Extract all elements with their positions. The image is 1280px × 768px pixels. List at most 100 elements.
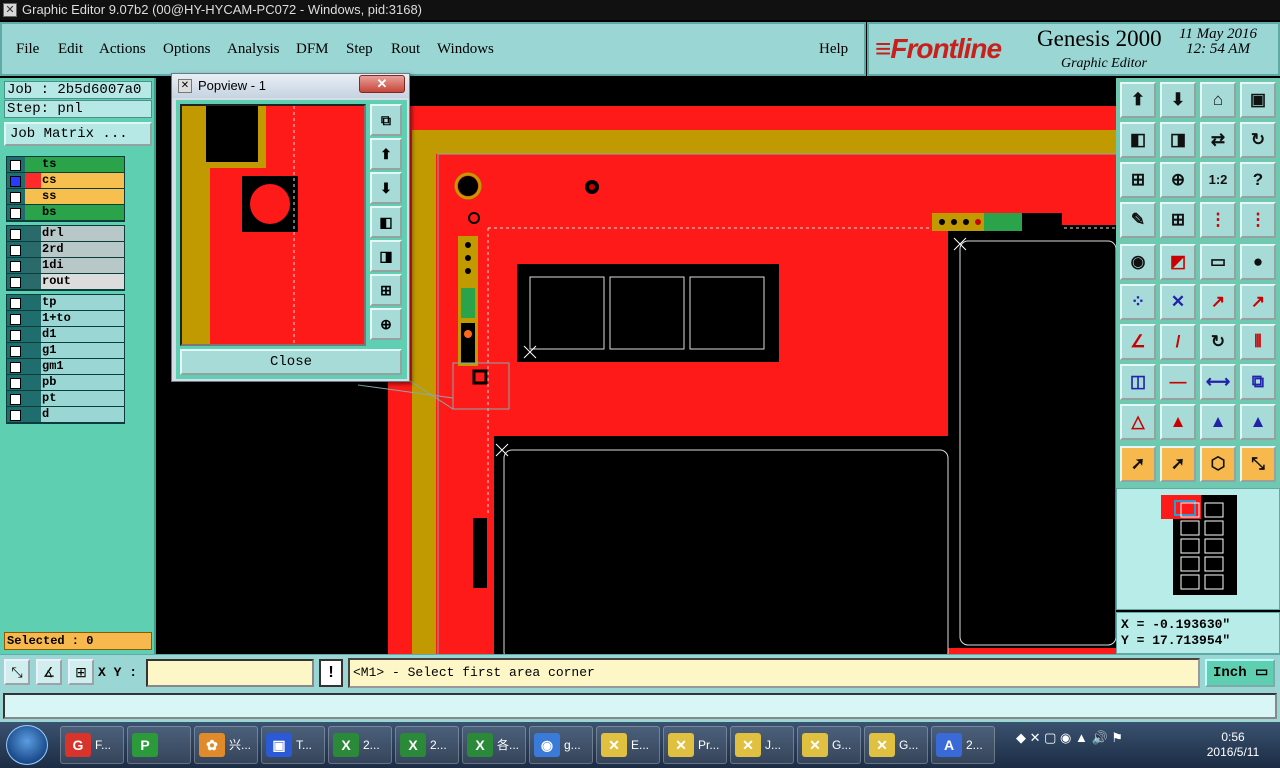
taskbar-button[interactable]: X 2... [395, 726, 459, 764]
ruler-icon[interactable]: ▭ [1200, 244, 1236, 280]
scale-icon[interactable]: 1:2 [1200, 162, 1236, 198]
taskbar-button[interactable]: ✕ G... [797, 726, 861, 764]
taskbar-button[interactable]: ✕ E... [596, 726, 660, 764]
help-icon[interactable]: ? [1240, 162, 1276, 198]
layer-row[interactable]: rout [7, 274, 124, 290]
layer-checkbox[interactable] [10, 314, 21, 325]
poly-icon[interactable]: △ [1120, 404, 1156, 440]
popview-left-icon[interactable]: ◧ [370, 206, 402, 238]
redraw-icon[interactable]: ↻ [1240, 122, 1276, 158]
unit-selector[interactable]: Inch ▭ [1205, 659, 1275, 687]
taskbar-button[interactable]: ✕ Pr... [663, 726, 727, 764]
taskbar-clock[interactable]: 0:56 2016/5/11 [1190, 730, 1276, 760]
zoom-center-icon[interactable]: ⊕ [1160, 162, 1196, 198]
overview-map[interactable] [1116, 488, 1280, 610]
node-icon[interactable]: ⁘ [1120, 284, 1156, 320]
menu-rout[interactable]: Rout [391, 41, 420, 58]
cross-icon[interactable]: ✕ [1160, 284, 1196, 320]
layer-row[interactable]: 1+to [7, 311, 124, 327]
layer-row[interactable]: g1 [7, 343, 124, 359]
menu-options[interactable]: Options [163, 41, 211, 58]
taskbar-button[interactable]: ✕ J... [730, 726, 794, 764]
layer-row[interactable]: gm1 [7, 359, 124, 375]
taskbar-button[interactable]: ▣ T... [261, 726, 325, 764]
move-icon[interactable]: ↗ [1200, 284, 1236, 320]
dim-icon[interactable]: ⟷ [1200, 364, 1236, 400]
layer-checkbox[interactable] [10, 378, 21, 389]
taskbar-button[interactable]: ✕ G... [864, 726, 928, 764]
layer-checkbox[interactable] [10, 298, 21, 309]
menu-windows[interactable]: Windows [437, 41, 494, 58]
xy-input[interactable] [146, 659, 314, 687]
layer-checkbox[interactable] [10, 192, 21, 203]
taskbar-button[interactable]: G F... [60, 726, 124, 764]
move2-icon[interactable]: ↗ [1240, 284, 1276, 320]
poly2-icon[interactable]: ▲ [1160, 404, 1196, 440]
taskbar-button[interactable]: ◉ g... [529, 726, 593, 764]
layer-checkbox[interactable] [10, 394, 21, 405]
taskbar-button[interactable]: X 2... [328, 726, 392, 764]
layer-checkbox[interactable] [10, 208, 21, 219]
select2-icon[interactable]: ➚ [1160, 446, 1196, 482]
layer-row[interactable]: tp [7, 295, 124, 311]
tray-icons[interactable]: ◆ ✕ ▢ ◉ ▲ 🔊 ⚑ [1016, 730, 1123, 745]
taskbar-button[interactable]: X 各... [462, 726, 526, 764]
swap-icon[interactable]: ⇄ [1200, 122, 1236, 158]
layer-row[interactable]: d [7, 407, 124, 423]
menu-edit[interactable]: Edit [58, 41, 83, 58]
poly4-icon[interactable]: ▲ [1240, 404, 1276, 440]
snap-icon[interactable]: ⤡ [4, 659, 30, 685]
menu-dfm[interactable]: DFM [296, 41, 329, 58]
layer-row-bs[interactable]: bs [7, 205, 124, 221]
layer-row[interactable]: 1di [7, 258, 124, 274]
taskbar-button[interactable]: P [127, 726, 191, 764]
menu-help[interactable]: Help [819, 41, 848, 58]
start-button[interactable] [6, 725, 48, 765]
popview-zoom-icon[interactable]: ⧉ [370, 104, 402, 136]
mirror-icon[interactable]: ⫴ [1240, 324, 1276, 360]
popview-right-icon[interactable]: ◨ [370, 240, 402, 272]
layer-row-ss[interactable]: ss [7, 189, 124, 205]
popview-center-icon[interactable]: ⊕ [370, 308, 402, 340]
layer-checkbox[interactable] [10, 346, 21, 357]
grid-snap-icon[interactable]: ⊞ [68, 659, 94, 685]
popview-close-button[interactable]: Close [180, 349, 402, 375]
arc-icon[interactable]: ↻ [1200, 324, 1236, 360]
zoom-up-icon[interactable]: ⬆ [1120, 82, 1156, 118]
popview-window[interactable]: ✕ Popview - 1 ✕ ⧉ ⬆ ⬇ ◧ ◨ ⊞ ⊕ Close [171, 73, 410, 382]
layer-checkbox[interactable] [10, 410, 21, 421]
pad-icon[interactable]: ◉ [1120, 244, 1156, 280]
menu-actions[interactable]: Actions [99, 41, 146, 58]
alert-button[interactable]: ! [319, 659, 343, 687]
circle-icon[interactable]: ● [1240, 244, 1276, 280]
layer-row[interactable]: pb [7, 375, 124, 391]
close-icon[interactable]: ✕ [359, 75, 405, 93]
popview-up-icon[interactable]: ⬆ [370, 138, 402, 170]
layer-checkbox[interactable] [10, 176, 21, 187]
net-icon[interactable]: ⋮ [1200, 202, 1236, 238]
measure-icon[interactable]: ✎ [1120, 202, 1156, 238]
layer-row[interactable]: 2rd [7, 242, 124, 258]
popview-fit-icon[interactable]: ⊞ [370, 274, 402, 306]
menu-file[interactable]: File [16, 41, 39, 58]
menu-step[interactable]: Step [346, 41, 373, 58]
net2-icon[interactable]: ⋮ [1240, 202, 1276, 238]
line2-icon[interactable]: / [1160, 324, 1196, 360]
taskbar-button[interactable]: ✿ 兴... [194, 726, 258, 764]
layer-row[interactable]: pt [7, 391, 124, 407]
zoom-fit-icon[interactable]: ⊞ [1120, 162, 1156, 198]
zoom-down-icon[interactable]: ⬇ [1160, 82, 1196, 118]
surface-icon[interactable]: ◩ [1160, 244, 1196, 280]
angle-icon[interactable]: ∡ [36, 659, 62, 685]
window-icon[interactable]: ▣ [1240, 82, 1276, 118]
layer-checkbox[interactable] [10, 330, 21, 341]
trim-icon[interactable]: — [1160, 364, 1196, 400]
popview-down-icon[interactable]: ⬇ [370, 172, 402, 204]
layer-checkbox[interactable] [10, 245, 21, 256]
layer-row[interactable]: drl [7, 226, 124, 242]
grid-icon[interactable]: ⊞ [1160, 202, 1196, 238]
layer-checkbox[interactable] [10, 160, 21, 171]
copy-icon[interactable]: ◫ [1120, 364, 1156, 400]
menu-analysis[interactable]: Analysis [227, 41, 280, 58]
layer-checkbox[interactable] [10, 362, 21, 373]
